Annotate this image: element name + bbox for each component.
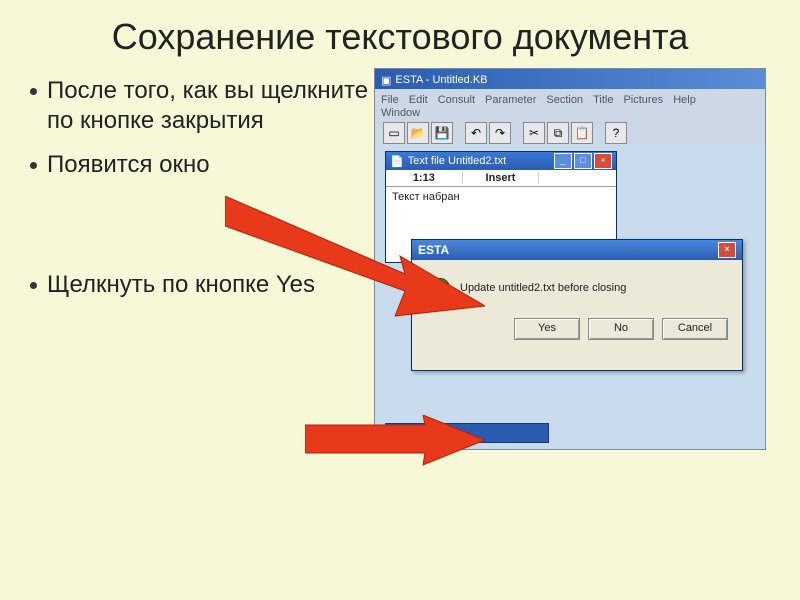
- cancel-button[interactable]: Cancel: [662, 318, 728, 340]
- main-window-title: ▣ ESTA - Untitled.KB: [375, 69, 765, 91]
- copy-icon[interactable]: ⧉: [547, 122, 569, 144]
- yes-button[interactable]: Yes: [514, 318, 580, 340]
- slide-title: Сохранение текстового документа: [0, 0, 800, 68]
- save-dialog: ESTA × Update untitled2.txt before closi…: [411, 239, 743, 371]
- minimize-icon[interactable]: _: [554, 153, 572, 169]
- close-icon[interactable]: ×: [594, 153, 612, 169]
- menu-file[interactable]: File: [381, 94, 399, 106]
- question-icon: [430, 278, 450, 298]
- bullet-text: Щелкнуть по кнопке Yes: [47, 270, 315, 300]
- menu-edit[interactable]: Edit: [409, 94, 428, 106]
- paste-icon[interactable]: 📋: [571, 122, 593, 144]
- menu-consult[interactable]: Consult: [438, 94, 475, 106]
- new-file-icon[interactable]: ▭: [383, 122, 405, 144]
- menu-pictures[interactable]: Pictures: [623, 94, 663, 106]
- cut-icon[interactable]: ✂: [523, 122, 545, 144]
- help-icon[interactable]: ?: [605, 122, 627, 144]
- dialog-message: Update untitled2.txt before closing: [460, 282, 626, 294]
- bullet-text: Появится окно: [47, 150, 210, 180]
- dialog-titlebar: ESTA ×: [412, 240, 742, 260]
- messages-label: messages: [405, 428, 451, 439]
- save-icon[interactable]: 💾: [431, 122, 453, 144]
- text-window-titlebar: 📄 Text file Untitled2.txt _ □ ×: [386, 152, 616, 170]
- open-file-icon[interactable]: 📂: [407, 122, 429, 144]
- bullet-item: Щелкнуть по кнопке Yes: [30, 270, 370, 300]
- insert-mode: Insert: [463, 172, 540, 184]
- menu-help[interactable]: Help: [673, 94, 696, 106]
- document-icon: 📄: [390, 155, 404, 168]
- bullet-text: После того, как вы щелкните по кнопке за…: [47, 76, 370, 136]
- dialog-title-text: ESTA: [418, 243, 449, 257]
- text-window-title: Text file Untitled2.txt: [408, 155, 506, 167]
- bullet-list: После того, как вы щелкните по кнопке за…: [30, 68, 370, 450]
- bullet-item: Появится окно: [30, 150, 370, 180]
- menu-parameter[interactable]: Parameter: [485, 94, 536, 106]
- maximize-icon[interactable]: □: [574, 153, 592, 169]
- text-body[interactable]: Текст набран: [386, 187, 616, 207]
- undo-icon[interactable]: ↶: [465, 122, 487, 144]
- redo-icon[interactable]: ↷: [489, 122, 511, 144]
- bullet-item: После того, как вы щелкните по кнопке за…: [30, 76, 370, 136]
- main-window-title-text: ESTA - Untitled.KB: [395, 74, 487, 86]
- toolbar: ▭ 📂 💾 ↶ ↷ ✂ ⧉ 📋 ?: [375, 121, 765, 145]
- close-icon[interactable]: ×: [718, 242, 736, 258]
- text-status-bar: 1:13 Insert: [386, 170, 616, 187]
- app-screenshot: ▣ ESTA - Untitled.KB File Edit Consult P…: [374, 68, 766, 450]
- cursor-position: 1:13: [386, 172, 463, 184]
- no-button[interactable]: No: [588, 318, 654, 340]
- menu-section[interactable]: Section: [546, 94, 583, 106]
- messages-icon: ▤: [392, 428, 401, 439]
- messages-bar[interactable]: ▤ messages: [385, 423, 549, 443]
- menu-bar-row2[interactable]: Window: [375, 107, 765, 121]
- app-icon: ▣: [381, 74, 391, 87]
- menu-title[interactable]: Title: [593, 94, 613, 106]
